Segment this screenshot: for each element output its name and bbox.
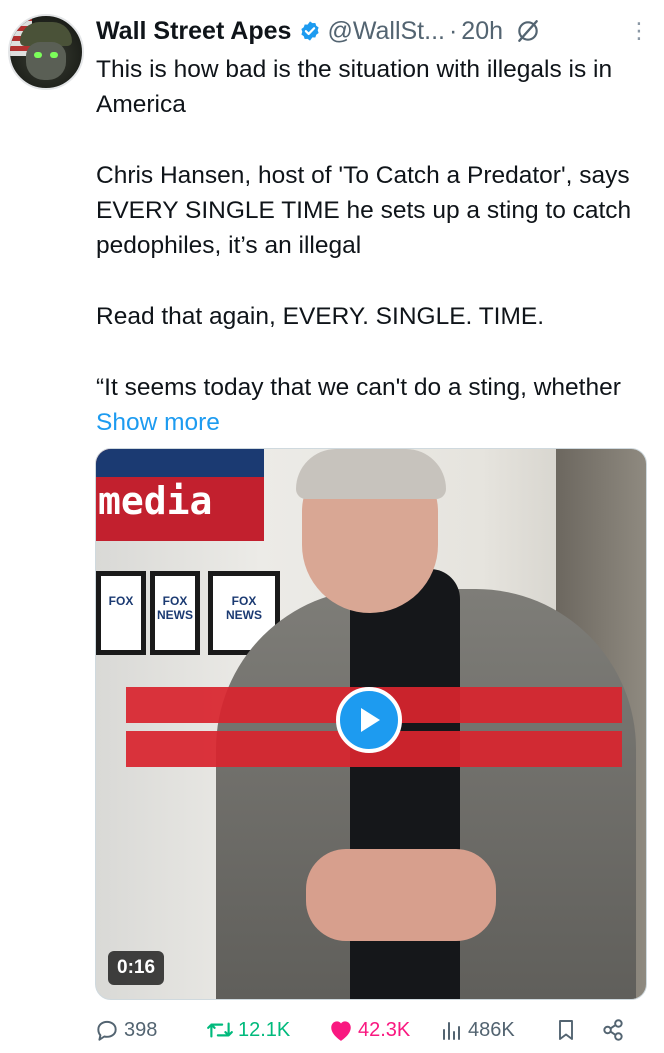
- share-icon: [603, 1019, 623, 1041]
- like-button[interactable]: 42.3K: [328, 1014, 410, 1046]
- action-bar: 398 12.1K 42.3K 486K: [94, 1014, 644, 1046]
- reply-count: 398: [124, 1018, 158, 1041]
- separator-dot: ·: [448, 16, 458, 45]
- avatar[interactable]: [8, 14, 84, 90]
- author-handle[interactable]: @WallSt...: [327, 17, 445, 46]
- views-count: 486K: [468, 1018, 515, 1041]
- video-sign-text: media: [98, 479, 213, 523]
- avatar-eye: [34, 52, 42, 58]
- more-icon[interactable]: ⋮: [628, 20, 650, 42]
- video-person-hair: [296, 449, 446, 499]
- video-sign-top: [96, 449, 264, 477]
- video-logo: FOX: [96, 571, 146, 655]
- show-more-link[interactable]: Show more: [96, 409, 220, 436]
- video-player[interactable]: media FOX FOX NEWS FOX NEWS 0:16: [95, 448, 647, 1000]
- tweet-last-line: “It seems today that we can't do a sting…: [96, 374, 621, 401]
- like-count: 42.3K: [358, 1018, 411, 1041]
- verified-badge-icon: [301, 21, 320, 41]
- author-name[interactable]: Wall Street Apes: [96, 17, 291, 46]
- reply-icon: [97, 1020, 117, 1041]
- play-button[interactable]: [336, 687, 402, 753]
- bookmark-button[interactable]: [554, 1014, 582, 1046]
- bookmark-icon: [559, 1020, 573, 1040]
- tweet-text: This is how bad is the situation with il…: [96, 52, 652, 440]
- avatar-face: [26, 42, 66, 80]
- reply-button[interactable]: 398: [94, 1014, 157, 1046]
- share-button[interactable]: [600, 1014, 630, 1046]
- play-icon: [361, 708, 380, 732]
- video-duration: 0:16: [108, 951, 165, 985]
- like-icon: [331, 1021, 351, 1041]
- video-logo: FOX NEWS: [150, 571, 200, 655]
- views-button[interactable]: 486K: [440, 1014, 515, 1046]
- avatar-eye: [50, 52, 58, 58]
- tweet-paragraph: Read that again, EVERY. SINGLE. TIME.: [96, 303, 545, 330]
- repost-count: 12.1K: [238, 1018, 291, 1041]
- views-icon: [443, 1022, 460, 1040]
- video-person-hands: [306, 849, 496, 941]
- grok-icon[interactable]: [515, 18, 541, 44]
- tweet-paragraph: Chris Hansen, host of 'To Catch a Predat…: [96, 162, 632, 259]
- tweet-paragraph-truncated: “It seems today that we can't do a sting…: [96, 370, 652, 440]
- tweet-paragraph: This is how bad is the situation with il…: [96, 56, 613, 118]
- repost-button[interactable]: 12.1K: [206, 1014, 290, 1046]
- tweet-header: Wall Street Apes @WallSt... · 20h ⋮: [96, 14, 650, 48]
- repost-icon: [207, 1022, 233, 1038]
- timestamp[interactable]: 20h: [461, 17, 503, 46]
